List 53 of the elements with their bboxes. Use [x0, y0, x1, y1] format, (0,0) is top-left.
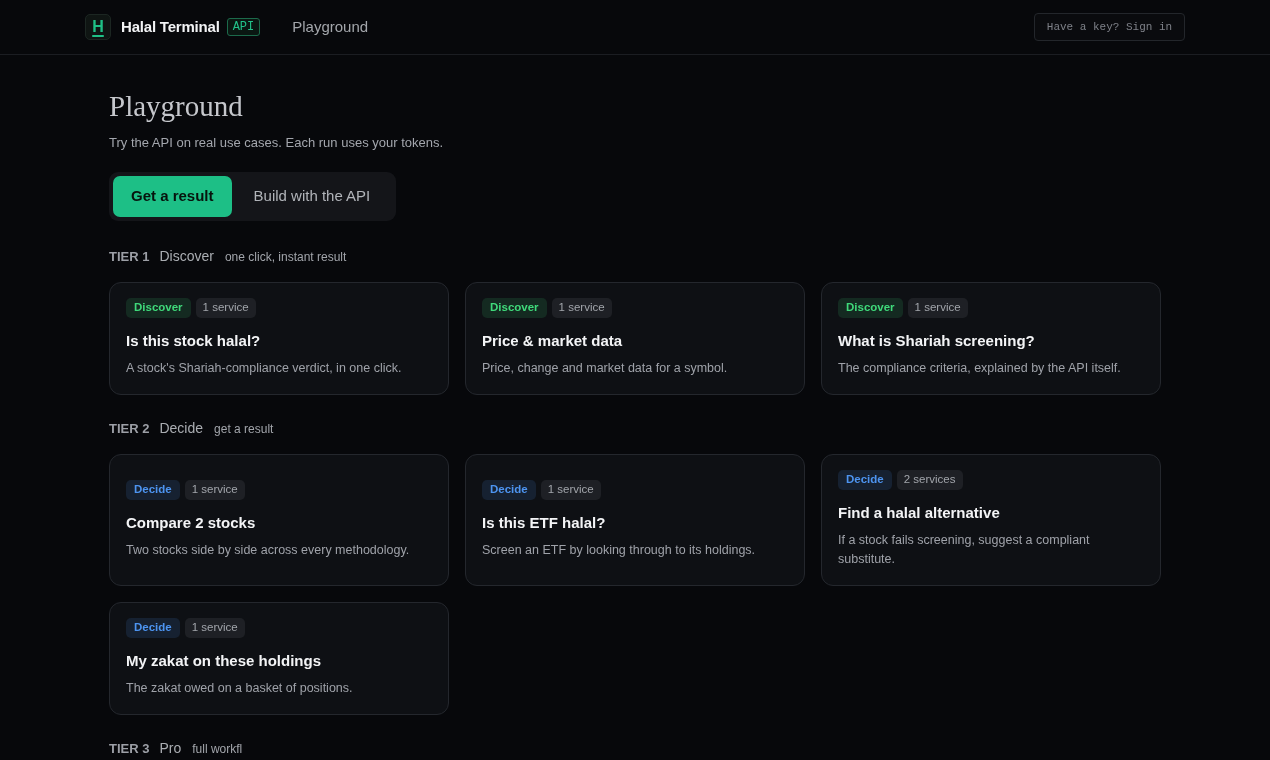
mode-tab[interactable]: Build with the API — [231, 176, 393, 217]
service-count-tag: 1 service — [540, 479, 601, 500]
tier-label: TIER 1 — [109, 249, 150, 265]
brand-name[interactable]: Halal Terminal — [121, 15, 220, 39]
service-count-tag: 2 services — [896, 470, 963, 490]
category-tag: Decide — [126, 479, 180, 500]
card-title: Price & market data — [482, 332, 624, 350]
use-case-card[interactable]: Decide 1 service Is this ETF halal? Screen an ETF by looking through to its holdings. — [465, 454, 805, 586]
service-count-tag: 1 service — [907, 298, 968, 318]
page-title: Playground — [109, 89, 244, 123]
card-description: The compliance criteria, explained by the API itself. — [838, 360, 1122, 377]
tier-label: TIER 3 — [109, 741, 150, 757]
category-tag: Decide — [126, 618, 180, 638]
page-subtitle: Try the API on real use cases. Each run uses your tokens. — [109, 135, 445, 151]
service-count-tag: 1 service — [184, 479, 245, 500]
service-count-tag: 1 service — [184, 618, 245, 638]
service-count-tag: 1 service — [551, 298, 612, 318]
category-tag: Discover — [482, 298, 547, 318]
card-description: Screen an ETF by looking through to its holdings. — [482, 541, 757, 559]
tier-label: TIER 2 — [109, 421, 150, 437]
card-title: Compare 2 stocks — [126, 513, 257, 532]
tier-name: Decide — [159, 420, 204, 436]
use-case-card[interactable]: Decide 1 service My zakat on these holdings The zakat owed on a basket of positions. — [109, 602, 449, 715]
tier-hint: one click, instant result — [224, 249, 347, 265]
tier-hint: full workfl — [192, 741, 243, 757]
card-title: Find a halal alternative — [838, 504, 1001, 522]
tier-name: Pro — [159, 740, 182, 756]
use-case-card[interactable]: Discover 1 service Price & market data Price, change and market data for a symbol. — [465, 282, 805, 395]
card-description: Price, change and market data for a symbol. — [482, 360, 729, 377]
mode-tab[interactable]: Get a result — [113, 176, 232, 217]
api-badge: API — [226, 18, 261, 36]
card-title: My zakat on these holdings — [126, 652, 323, 670]
card-title: Is this stock halal? — [126, 332, 262, 350]
category-tag: Decide — [838, 470, 892, 490]
sign-in-button[interactable]: Have a key? Sign in — [1034, 13, 1185, 41]
card-description: The zakat owed on a basket of positions. — [126, 680, 354, 697]
use-case-card[interactable]: Discover 1 service What is Shariah screening? The compliance criteria, explained by the API itself. — [821, 282, 1161, 395]
category-tag: Discover — [126, 298, 191, 318]
card-description: A stock's Shariah-compliance verdict, in one click. — [126, 360, 403, 377]
tier-hint: get a result — [214, 421, 274, 437]
card-description: Two stocks side by side across every methodology. — [126, 541, 411, 559]
nav-link[interactable]: Playground — [292, 15, 369, 39]
tier-name: Discover — [159, 248, 214, 264]
category-tag: Discover — [838, 298, 903, 318]
card-title: What is Shariah screening? — [838, 332, 1036, 350]
card-description: If a stock fails screening, suggest a compliant substitute. — [838, 532, 1091, 568]
use-case-card[interactable]: Decide 2 services Find a halal alternative If a stock fails screening, suggest a compliant substitute. — [821, 454, 1161, 586]
card-title: Is this ETF halal? — [482, 513, 607, 532]
category-tag: Decide — [482, 479, 536, 500]
use-case-card[interactable]: Discover 1 service Is this stock halal? A stock's Shariah-compliance verdict, in one click. — [109, 282, 449, 395]
use-case-card[interactable]: Decide 1 service Compare 2 stocks Two stocks side by side across every methodology. — [109, 454, 449, 586]
logo[interactable]: H — [85, 14, 111, 40]
service-count-tag: 1 service — [195, 298, 256, 318]
